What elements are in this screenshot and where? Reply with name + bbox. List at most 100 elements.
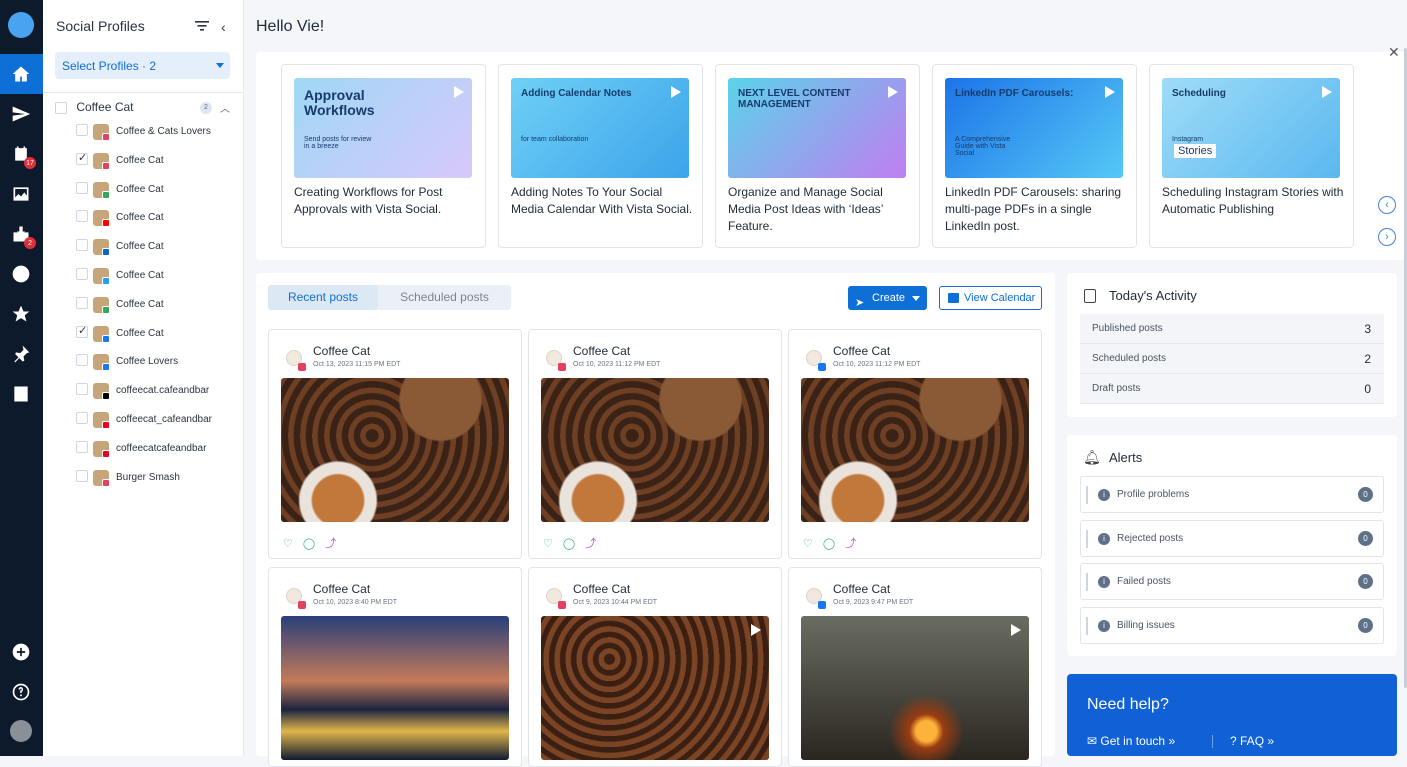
share-icon[interactable]: ⤴	[585, 538, 596, 550]
post-image[interactable]	[281, 378, 509, 522]
activity-row[interactable]: Draft posts 0	[1080, 374, 1384, 404]
filter-icon[interactable]	[195, 20, 209, 32]
sidebar-profile-item[interactable]: Burger Smash	[76, 469, 180, 488]
comment-icon[interactable]: ◯	[563, 538, 575, 550]
publish-icon[interactable]	[9, 102, 33, 126]
media-icon[interactable]	[9, 182, 33, 206]
post-image[interactable]	[281, 616, 509, 760]
network-icon	[102, 478, 110, 487]
user-avatar[interactable]	[10, 720, 32, 742]
post-image[interactable]	[801, 378, 1029, 522]
sidebar-profile-item[interactable]: coffeecatcafeandbar	[76, 440, 206, 459]
calendar-icon[interactable]: 17	[9, 142, 36, 169]
post-card[interactable]: Coffee Cat Oct 9, 2023 10:44 PM EDT	[528, 567, 782, 767]
sidebar-profile-item[interactable]: Coffee Cat	[76, 151, 164, 171]
sidebar-profile-item[interactable]: Coffee Cat	[76, 324, 164, 344]
tutorial-card[interactable]: NEXT LEVEL CONTENT MANAGEMENT Organize an…	[715, 64, 920, 248]
alert-accent	[1086, 529, 1088, 548]
post-date: Oct 9, 2023 9:47 PM EDT	[833, 599, 914, 606]
tab-recent-posts[interactable]: Recent posts	[268, 285, 378, 310]
profile-checkbox[interactable]	[76, 440, 88, 453]
listening-icon[interactable]	[9, 262, 33, 286]
select-profiles-dropdown[interactable]: Select Profiles · 2	[55, 52, 230, 79]
sidebar-profile-item[interactable]: Coffee Cat	[76, 210, 164, 228]
post-card[interactable]: Coffee Cat Oct 10, 2023 8:40 PM EDT	[268, 567, 522, 767]
profile-checkbox[interactable]	[76, 383, 88, 396]
sidebar-profile-item[interactable]: coffeecat_cafeandbar	[76, 412, 212, 430]
profile-checkbox[interactable]	[76, 354, 88, 367]
profile-checkbox[interactable]	[76, 268, 88, 280]
alert-count: 0	[1358, 487, 1373, 502]
inbox-icon[interactable]: 2	[9, 222, 36, 249]
bell-icon: 🔔︎	[1083, 449, 1101, 465]
profile-checkbox[interactable]	[76, 181, 88, 194]
heart-icon[interactable]: ♡	[803, 538, 813, 550]
heart-icon[interactable]: ♡	[283, 538, 293, 550]
group-checkbox[interactable]	[55, 101, 67, 114]
profile-checkbox[interactable]	[76, 239, 88, 252]
tutorial-card[interactable]: Approval Workflows Send posts for review …	[281, 64, 486, 248]
tutorial-card[interactable]: Scheduling Instagram Stories Scheduling Ins…	[1149, 64, 1354, 248]
collapse-sidebar-icon[interactable]: ‹	[221, 19, 226, 35]
alert-accent	[1086, 573, 1088, 591]
comment-icon[interactable]: ◯	[823, 538, 835, 550]
alert-row[interactable]: i Billing issues 0	[1080, 606, 1384, 644]
tutorial-card[interactable]: LinkedIn PDF Carousels: A Comprehensive G…	[932, 64, 1137, 248]
profile-checkbox[interactable]	[76, 469, 88, 482]
network-icon	[298, 601, 306, 609]
profile-group[interactable]: Coffee Cat 2 ︿	[55, 100, 235, 116]
create-button[interactable]: ➤ Create	[848, 286, 927, 310]
help-icon[interactable]	[9, 680, 33, 704]
view-calendar-button[interactable]: View Calendar	[939, 286, 1042, 310]
chevron-up-icon[interactable]: ︿	[220, 100, 230, 115]
home-icon[interactable]	[9, 62, 33, 86]
add-icon[interactable]	[9, 640, 33, 664]
reports-icon[interactable]	[9, 382, 33, 406]
sidebar-profile-item[interactable]: Coffee Cat	[76, 268, 164, 286]
heart-icon[interactable]: ♡	[543, 538, 553, 550]
profiles-sidebar: Social Profiles ‹ Select Profiles · 2 Co…	[43, 0, 244, 756]
app-logo-icon[interactable]	[8, 12, 34, 38]
sidebar-profile-item[interactable]: Coffee Cat	[76, 181, 164, 200]
share-icon[interactable]: ⤴	[325, 538, 336, 550]
carousel-next-button[interactable]: ›	[1378, 228, 1396, 246]
post-image[interactable]	[541, 616, 769, 760]
tutorial-card[interactable]: Adding Calendar Notes for team collaborat…	[498, 64, 703, 248]
sidebar-profile-item[interactable]: Coffee Lovers	[76, 354, 178, 372]
profile-checkbox[interactable]	[76, 151, 88, 165]
sidebar-profile-item[interactable]: coffeecat.cafeandbar	[76, 383, 209, 401]
post-card[interactable]: Coffee Cat Oct 10, 2023 11:12 PM EDT ♡ ◯ ⤴	[788, 329, 1042, 559]
activity-value: 2	[1364, 352, 1371, 366]
profile-checkbox[interactable]	[76, 324, 88, 338]
activity-row[interactable]: Published posts 3	[1080, 314, 1384, 344]
sidebar-profile-item[interactable]: Coffee Cat	[76, 239, 164, 257]
alert-row[interactable]: i Rejected posts 0	[1080, 519, 1384, 557]
pin-icon[interactable]	[9, 342, 33, 366]
post-card[interactable]: Coffee Cat Oct 13, 2023 11:15 PM EDT ♡ ◯ ⤴	[268, 329, 522, 559]
alert-row[interactable]: i Profile problems 0	[1080, 476, 1384, 513]
todays-activity-panel: Today's Activity Published posts 3 Schedul…	[1067, 273, 1397, 417]
main-content: Hello Vie! Approval Workflows Send posts …	[244, 0, 1407, 767]
post-image[interactable]	[801, 616, 1029, 760]
post-card[interactable]: Coffee Cat Oct 10, 2023 11:12 PM EDT ♡ ◯ ⤴	[528, 329, 782, 559]
get-in-touch-link[interactable]: ✉︎ Get in touch »	[1087, 734, 1175, 748]
sidebar-profile-item[interactable]: Coffee Cat	[76, 296, 164, 315]
activity-row[interactable]: Scheduled posts 2	[1080, 344, 1384, 374]
post-card[interactable]: Coffee Cat Oct 9, 2023 9:47 PM EDT	[788, 567, 1042, 767]
tab-scheduled-posts[interactable]: Scheduled posts	[378, 285, 511, 310]
faq-link[interactable]: ? FAQ »	[1230, 734, 1274, 748]
profile-checkbox[interactable]	[76, 210, 88, 223]
profile-checkbox[interactable]	[76, 412, 88, 424]
profile-checkbox[interactable]	[76, 296, 88, 309]
post-image[interactable]	[541, 378, 769, 522]
sidebar-profile-item[interactable]: Coffee & Cats Lovers	[76, 124, 211, 142]
profile-checkbox[interactable]	[76, 124, 88, 136]
comment-icon[interactable]: ◯	[303, 538, 315, 550]
reviews-icon[interactable]	[9, 302, 33, 326]
alert-row[interactable]: i Failed posts 0	[1080, 563, 1384, 600]
profile-name: Coffee Lovers	[116, 356, 179, 368]
close-icon[interactable]: ✕	[1388, 44, 1400, 61]
thumb-heading: Approval Workflows	[304, 87, 375, 119]
carousel-prev-button[interactable]: ‹	[1378, 196, 1396, 214]
share-icon[interactable]: ⤴	[845, 538, 856, 550]
